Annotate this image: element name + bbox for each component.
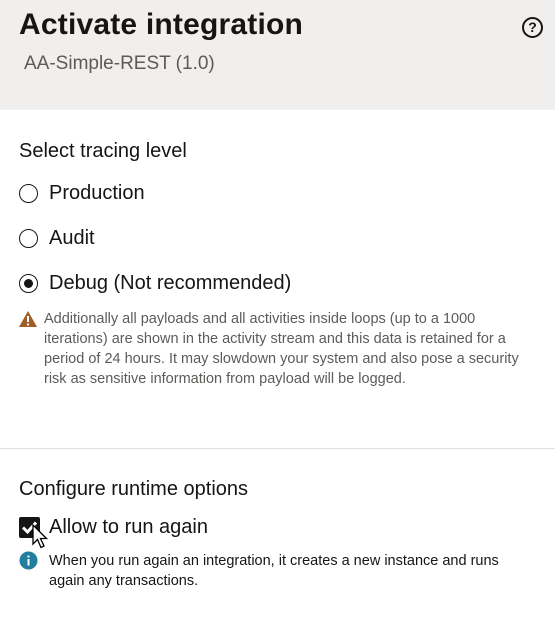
radio-button[interactable] [19,228,38,248]
mouse-pointer-icon [32,524,49,549]
warning-line: period of 24 hours. It may slowdown your… [44,351,519,367]
debug-warning-text: Additionally all payloads and all activi… [44,309,549,389]
dialog-title: Activate integration [19,8,304,41]
warning-line: iterations) are shown in the activity st… [44,331,506,347]
radio-production[interactable]: Production [19,181,145,205]
runtime-options-heading: Configure runtime options [19,478,249,500]
warning-line: risk as sensitive information from paylo… [44,371,406,387]
radio-label: Debug (Not recommended) [49,271,292,294]
help-icon[interactable]: ? [522,17,543,38]
warning-line: Additionally all payloads and all activi… [44,311,476,327]
radio-label: Production [49,181,145,204]
radio-button[interactable] [19,183,38,203]
dialog-header: Activate integration AA-Simple-REST (1.0… [0,0,555,110]
info-circle-icon [19,551,38,570]
radio-debug[interactable]: Debug (Not recommended) [19,271,291,295]
tracing-level-heading: Select tracing level [19,140,187,162]
checkbox-label: Allow to run again [49,515,208,538]
warning-triangle-icon [19,311,37,327]
section-divider [0,448,555,449]
radio-audit[interactable]: Audit [19,226,95,250]
integration-name-version: AA-Simple-REST (1.0) [24,53,215,74]
radio-button-selected[interactable] [19,273,38,293]
run-again-info-text: When you run again an integration, it cr… [49,551,549,591]
info-line: again any transactions. [49,573,199,589]
radio-label: Audit [49,226,95,249]
info-line: When you run again an integration, it cr… [49,553,499,569]
